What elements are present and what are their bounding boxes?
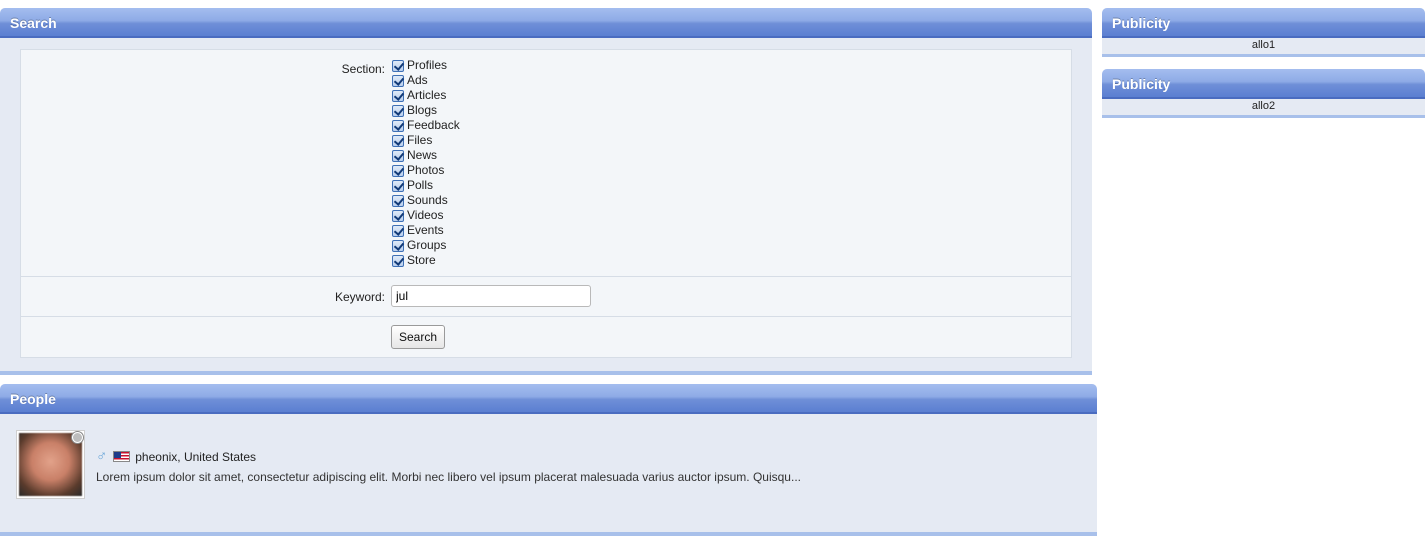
avatar[interactable] bbox=[16, 430, 85, 499]
section-option-articles[interactable]: Articles bbox=[392, 88, 460, 103]
checkbox-checked-icon[interactable] bbox=[392, 119, 404, 132]
submit-row: Search bbox=[21, 316, 1071, 358]
checkbox-checked-icon[interactable] bbox=[392, 194, 404, 207]
checkbox-checked-icon[interactable] bbox=[392, 89, 404, 102]
section-option-news[interactable]: News bbox=[392, 148, 460, 163]
publicity-content: allo1 bbox=[1251, 39, 1276, 51]
section-option-profiles[interactable]: Profiles bbox=[392, 58, 460, 73]
checkbox-checked-icon[interactable] bbox=[392, 104, 404, 117]
search-button[interactable]: Search bbox=[391, 325, 446, 349]
search-form: Section: Profiles Ads Articles Blogs Fee… bbox=[20, 49, 1072, 358]
publicity-panel-2: Publicity allo2 bbox=[1102, 69, 1425, 118]
people-panel-title: People bbox=[0, 384, 1097, 414]
section-option-groups[interactable]: Groups bbox=[392, 238, 460, 253]
checkbox-checked-icon[interactable] bbox=[392, 134, 404, 147]
online-status-icon bbox=[72, 432, 83, 443]
checkbox-checked-icon[interactable] bbox=[392, 164, 404, 177]
people-panel: People ♂ pheonix, United States Lorem ip… bbox=[0, 384, 1097, 536]
checkbox-checked-icon[interactable] bbox=[392, 254, 404, 267]
publicity-panel-1: Publicity allo1 bbox=[1102, 8, 1425, 57]
checkbox-checked-icon[interactable] bbox=[392, 179, 404, 192]
section-row: Section: Profiles Ads Articles Blogs Fee… bbox=[21, 50, 1071, 276]
checkbox-checked-icon[interactable] bbox=[392, 59, 404, 72]
publicity-title: Publicity bbox=[1102, 8, 1425, 38]
search-panel-title: Search bbox=[0, 8, 1092, 38]
search-panel: Search Section: Profiles Ads Articles Bl… bbox=[0, 8, 1092, 375]
checkbox-checked-icon[interactable] bbox=[392, 224, 404, 237]
section-option-photos[interactable]: Photos bbox=[392, 163, 460, 178]
section-option-store[interactable]: Store bbox=[392, 253, 460, 268]
person-description: Lorem ipsum dolor sit amet, consectetur … bbox=[96, 470, 801, 484]
publicity-title: Publicity bbox=[1102, 69, 1425, 99]
avatar-image bbox=[19, 433, 82, 496]
checkbox-checked-icon[interactable] bbox=[392, 239, 404, 252]
section-option-events[interactable]: Events bbox=[392, 223, 460, 238]
section-option-files[interactable]: Files bbox=[392, 133, 460, 148]
person-name-location[interactable]: pheonix, United States bbox=[135, 450, 256, 464]
publicity-content: allo2 bbox=[1251, 100, 1276, 112]
us-flag-icon bbox=[113, 451, 131, 462]
section-label: Section: bbox=[341, 62, 385, 76]
checkbox-checked-icon[interactable] bbox=[392, 149, 404, 162]
person-info: ♂ pheonix, United States bbox=[96, 448, 256, 465]
section-checklist: Profiles Ads Articles Blogs Feedback Fil… bbox=[392, 58, 460, 268]
male-icon: ♂ bbox=[96, 448, 108, 465]
section-option-sounds[interactable]: Sounds bbox=[392, 193, 460, 208]
section-option-feedback[interactable]: Feedback bbox=[392, 118, 460, 133]
section-option-videos[interactable]: Videos bbox=[392, 208, 460, 223]
keyword-row: Keyword: bbox=[21, 276, 1071, 316]
section-option-blogs[interactable]: Blogs bbox=[392, 103, 460, 118]
checkbox-checked-icon[interactable] bbox=[392, 209, 404, 222]
section-option-polls[interactable]: Polls bbox=[392, 178, 460, 193]
keyword-label: Keyword: bbox=[334, 290, 385, 304]
section-option-ads[interactable]: Ads bbox=[392, 73, 460, 88]
keyword-input[interactable] bbox=[391, 285, 591, 307]
checkbox-checked-icon[interactable] bbox=[392, 74, 404, 87]
